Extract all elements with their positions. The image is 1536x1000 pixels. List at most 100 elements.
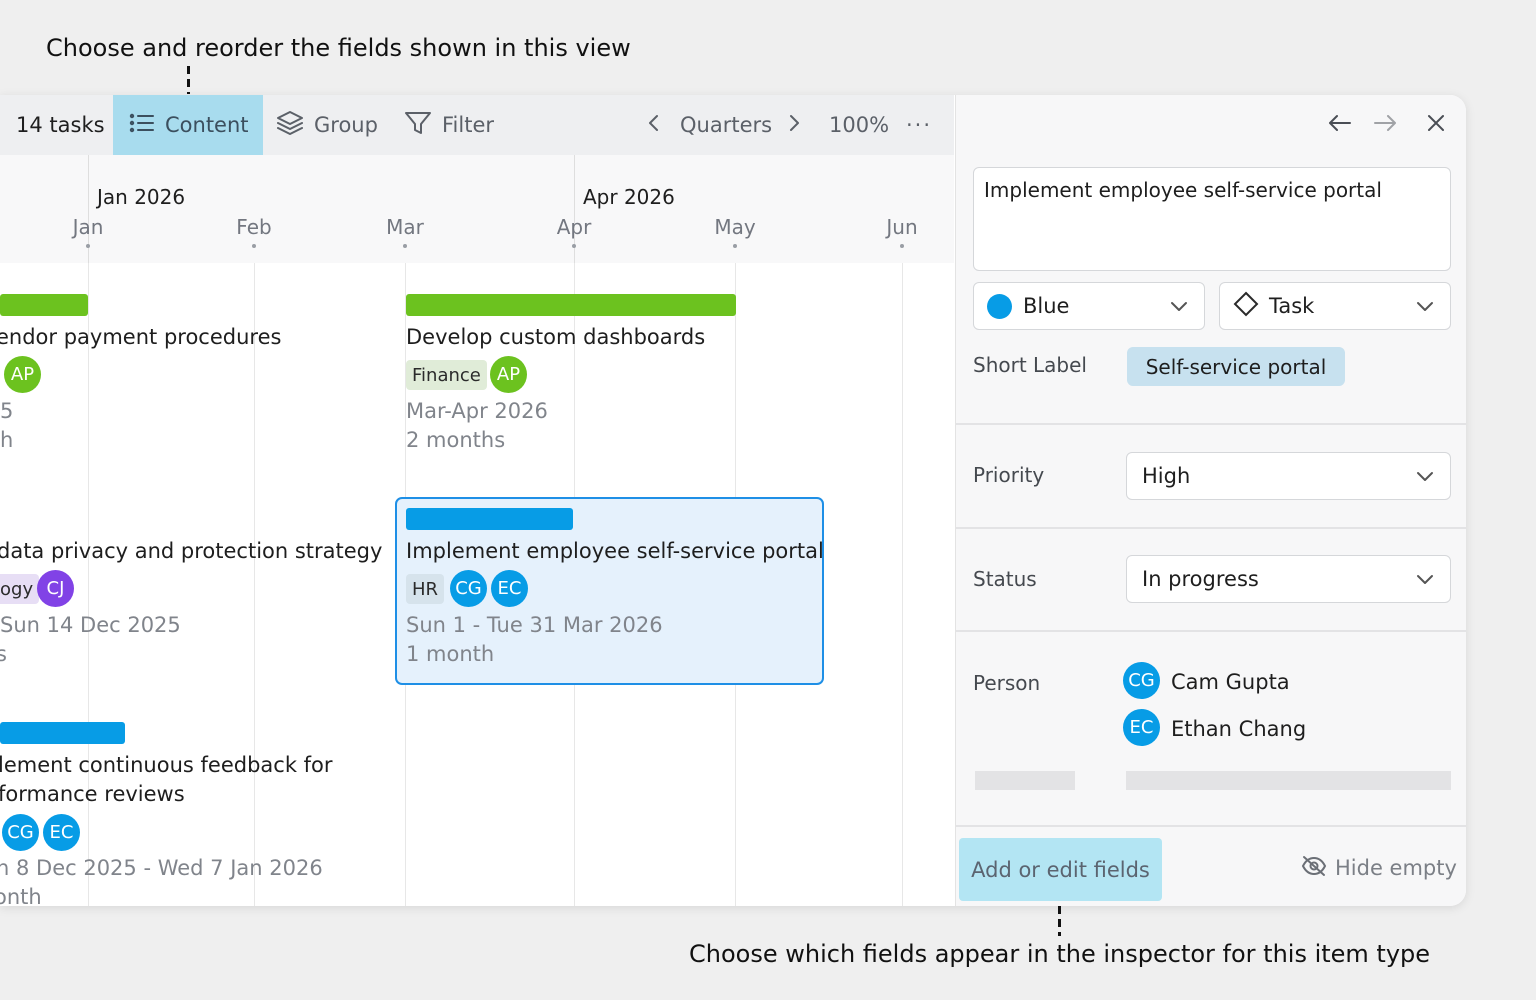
- month-label: Mar: [386, 215, 424, 239]
- callout-bottom-connector: [1058, 906, 1061, 936]
- close-icon: [1422, 115, 1450, 141]
- inspector-panel: Implement employee self-service portal B…: [955, 95, 1466, 906]
- task-duration: s: [0, 642, 7, 666]
- filter-button[interactable]: Filter: [404, 95, 494, 155]
- hide-empty-toggle[interactable]: Hide empty: [1301, 853, 1457, 883]
- task-bar[interactable]: [406, 294, 736, 316]
- month-tick: [86, 244, 90, 248]
- avatar: EC: [43, 814, 80, 851]
- short-label-label: Short Label: [973, 353, 1087, 377]
- filter-button-label: Filter: [442, 113, 495, 137]
- forward-button[interactable]: [1371, 109, 1399, 137]
- tag: HR: [406, 574, 445, 604]
- avatar: CG: [450, 570, 487, 607]
- month-label: Jun: [886, 215, 918, 239]
- task-bar[interactable]: [0, 722, 125, 744]
- gridline: [902, 263, 903, 906]
- chevron-left-icon: [646, 113, 662, 138]
- month-label: Jan: [72, 215, 104, 239]
- person-name[interactable]: Cam Gupta: [1171, 670, 1290, 694]
- task-duration: 1 month: [406, 642, 495, 666]
- person-label: Person: [973, 671, 1041, 695]
- placeholder-field-label: [975, 771, 1075, 790]
- type-select-value: Task: [1269, 294, 1315, 318]
- status-select-value: In progress: [1142, 567, 1259, 591]
- chevron-down-icon: [1168, 295, 1190, 322]
- month-tick: [252, 244, 256, 248]
- divider: [956, 423, 1466, 425]
- task-title[interactable]: Develop custom dashboards: [406, 325, 705, 349]
- chevron-down-icon: [1414, 295, 1436, 322]
- short-label-value[interactable]: Self-service portal: [1127, 347, 1345, 386]
- item-title-field[interactable]: Implement employee self-service portal: [973, 167, 1451, 271]
- close-button[interactable]: [1422, 109, 1450, 137]
- task-title[interactable]: formance reviews: [0, 782, 185, 806]
- month-tick: [403, 244, 407, 248]
- divider: [956, 825, 1466, 827]
- timeline-view: 14 tasks Content Group Filter Quarters 1…: [0, 95, 954, 906]
- person-name[interactable]: Ethan Chang: [1171, 717, 1306, 741]
- month-label: Feb: [236, 215, 272, 239]
- content-button-label: Content: [165, 113, 249, 137]
- time-ruler: [0, 155, 954, 263]
- filter-icon: [404, 109, 432, 142]
- next-period-button[interactable]: [786, 95, 802, 155]
- task-bar[interactable]: [406, 508, 573, 530]
- task-title[interactable]: Implement employee self-service portal: [406, 539, 824, 563]
- avatar: CJ: [37, 570, 74, 607]
- task-title[interactable]: data privacy and protection strategy: [0, 539, 382, 563]
- month-tick: [900, 244, 904, 248]
- divider: [956, 630, 1466, 632]
- task-bar[interactable]: [0, 294, 88, 316]
- tag: Finance: [406, 360, 487, 390]
- tag: ogy: [0, 574, 40, 604]
- task-dates: Sun 1 - Tue 31 Mar 2026: [406, 613, 663, 637]
- status-label: Status: [973, 567, 1037, 591]
- task-dates: n 8 Dec 2025 - Wed 7 Jan 2026: [0, 856, 323, 880]
- back-button[interactable]: [1326, 109, 1354, 137]
- arrow-left-icon: [1326, 115, 1354, 141]
- month-tick: [733, 244, 737, 248]
- chevron-down-icon: [1414, 568, 1436, 595]
- hide-empty-label: Hide empty: [1335, 856, 1457, 880]
- callout-bottom: Choose which fields appear in the inspec…: [689, 940, 1431, 968]
- avatar: AP: [490, 356, 527, 393]
- add-edit-fields-button[interactable]: Add or edit fields: [959, 838, 1162, 901]
- previous-period-button[interactable]: [646, 95, 662, 155]
- month-label: Apr: [556, 215, 592, 239]
- month-tick: [572, 244, 576, 248]
- list-icon: [129, 111, 155, 140]
- priority-label: Priority: [973, 463, 1045, 487]
- callout-top: Choose and reorder the fields shown in t…: [46, 34, 631, 62]
- diamond-icon: [1233, 291, 1259, 322]
- quarter-label: Jan 2026: [97, 185, 186, 209]
- group-button[interactable]: Group: [276, 95, 378, 155]
- color-select-value: Blue: [1023, 294, 1070, 318]
- content-button[interactable]: Content: [113, 95, 263, 155]
- task-dates: Mar-Apr 2026: [406, 399, 548, 423]
- callout-top-connector: [187, 66, 190, 94]
- placeholder-field-value: [1126, 771, 1451, 790]
- period-selector[interactable]: Quarters: [680, 95, 772, 155]
- priority-select-value: High: [1142, 464, 1191, 488]
- status-select[interactable]: In progress: [1126, 555, 1451, 603]
- task-duration: h: [0, 428, 14, 452]
- chevron-down-icon: [1414, 465, 1436, 492]
- gridline: [88, 263, 89, 906]
- task-count: 14 tasks: [16, 113, 105, 137]
- chevron-right-icon: [786, 113, 802, 138]
- color-select[interactable]: Blue: [973, 282, 1205, 330]
- more-options-button[interactable]: ···: [906, 95, 932, 155]
- task-duration: onth: [0, 885, 42, 906]
- toolbar: 14 tasks Content Group Filter Quarters 1…: [0, 95, 954, 155]
- quarter-label: Apr 2026: [583, 185, 675, 209]
- arrow-right-icon: [1371, 115, 1399, 141]
- task-title[interactable]: lement continuous feedback for: [0, 753, 333, 777]
- task-title[interactable]: endor payment procedures: [0, 325, 281, 349]
- zoom-level[interactable]: 100%: [829, 95, 889, 155]
- type-select[interactable]: Task: [1219, 282, 1451, 330]
- priority-select[interactable]: High: [1126, 452, 1451, 500]
- avatar: EC: [491, 570, 528, 607]
- divider: [956, 527, 1466, 529]
- color-swatch: [987, 293, 1012, 319]
